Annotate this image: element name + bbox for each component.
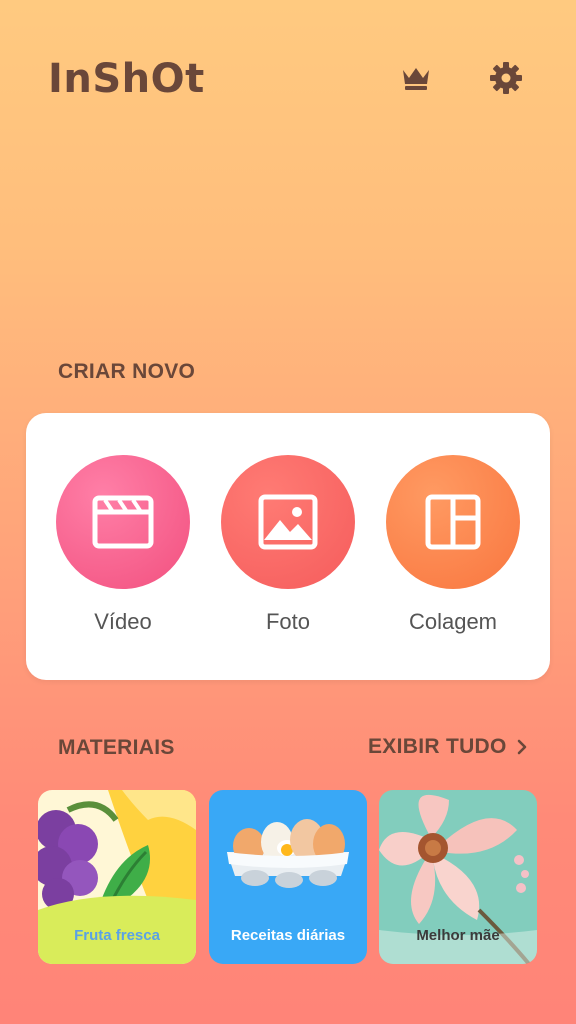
create-video-label: Vídeo [94, 609, 152, 634]
app-logo: InShOt [48, 56, 205, 102]
create-photo-label: Foto [265, 609, 311, 634]
create-card: Vídeo Foto Colagem [26, 413, 550, 680]
chevron-right-icon [517, 739, 526, 755]
view-all-button[interactable]: EXIBIR TUDO [368, 735, 527, 759]
material-label-daily-recipes: Receitas diárias [230, 927, 346, 944]
gear-icon[interactable] [486, 58, 526, 98]
crown-icon[interactable] [396, 58, 436, 98]
image-icon [258, 494, 318, 550]
view-all-label: EXIBIR TUDO [368, 735, 507, 758]
collage-icon [425, 494, 481, 550]
create-collage-button[interactable]: Colagem [386, 455, 520, 635]
photo-circle [221, 455, 355, 589]
material-card-fresh-fruit[interactable]: Fruta fresca [38, 790, 196, 964]
create-photo-button[interactable]: Foto [221, 455, 355, 635]
create-collage-label: Colagem [408, 609, 498, 634]
material-label-best-mom: Melhor mãe [416, 927, 500, 944]
video-circle [56, 455, 190, 589]
clapperboard-icon [92, 495, 154, 549]
material-card-daily-recipes[interactable]: Receitas diárias [209, 790, 367, 964]
materials-section-title: MATERIAIS [58, 736, 175, 759]
create-section-title: CRIAR NOVO [58, 360, 196, 383]
create-video-button[interactable]: Vídeo [56, 455, 190, 635]
collage-circle [386, 455, 520, 589]
material-card-best-mom[interactable]: Melhor mãe [379, 790, 537, 964]
material-label-fresh-fruit: Fruta fresca [74, 927, 160, 944]
